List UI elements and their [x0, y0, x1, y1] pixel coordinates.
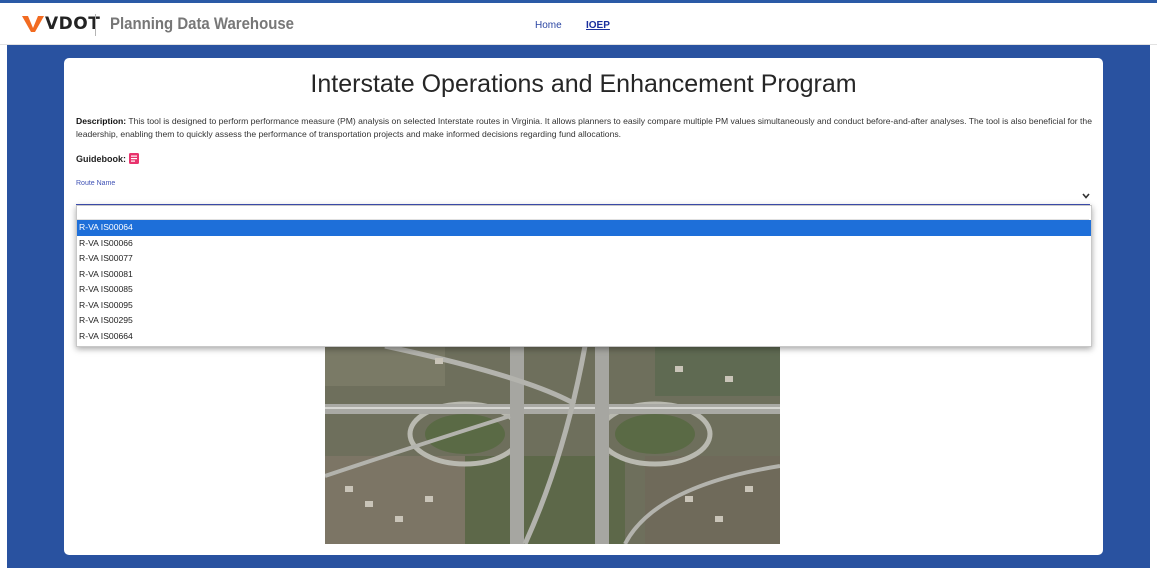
route-option[interactable]: R-VA IS00295 [77, 313, 1091, 329]
route-option[interactable]: R-VA IS00085 [77, 282, 1091, 298]
page-title: Interstate Operations and Enhancement Pr… [310, 70, 857, 98]
route-name-label: Route Name [76, 180, 116, 187]
header-divider [95, 14, 96, 36]
app-title: Planning Data Warehouse [110, 14, 294, 33]
chevron-down-icon[interactable] [1082, 193, 1090, 199]
route-option[interactable]: R-VA IS00077 [77, 251, 1091, 267]
guidebook-label: Guidebook: [76, 153, 126, 164]
route-name-select[interactable] [76, 189, 1090, 206]
nav-link-ioep[interactable]: IOEP [586, 20, 610, 31]
route-filter-input[interactable] [77, 206, 1089, 220]
pdf-icon[interactable] [129, 153, 139, 164]
route-option[interactable]: R-VA IS00066 [77, 236, 1091, 252]
app-header: VDOT Planning Data Warehouse Home IOEP [0, 3, 1157, 45]
vdot-logo[interactable]: VDOT [22, 12, 100, 36]
description-text: This tool is designed to perform perform… [76, 116, 1092, 139]
route-option[interactable]: R-VA IS00081 [77, 267, 1091, 283]
route-option[interactable]: R-VA IS00095 [77, 298, 1091, 314]
nav-link-home[interactable]: Home [535, 20, 562, 31]
guidebook: Guidebook: [76, 153, 139, 164]
route-option[interactable]: R-VA IS00664 [77, 329, 1091, 345]
vdot-logo-mark [22, 16, 44, 32]
interchange-aerial-image [325, 346, 780, 544]
description-label: Description: [76, 116, 127, 126]
route-options-list: R-VA IS00064 R-VA IS00066 R-VA IS00077 R… [77, 220, 1091, 344]
route-dropdown-panel: R-VA IS00064 R-VA IS00066 R-VA IS00077 R… [76, 205, 1092, 347]
logo-text: VDOT [45, 14, 101, 34]
interchange-aerial-picture [325, 346, 780, 544]
route-option[interactable]: R-VA IS00064 [77, 220, 1091, 236]
description: Description: This tool is designed to pe… [76, 115, 1094, 140]
